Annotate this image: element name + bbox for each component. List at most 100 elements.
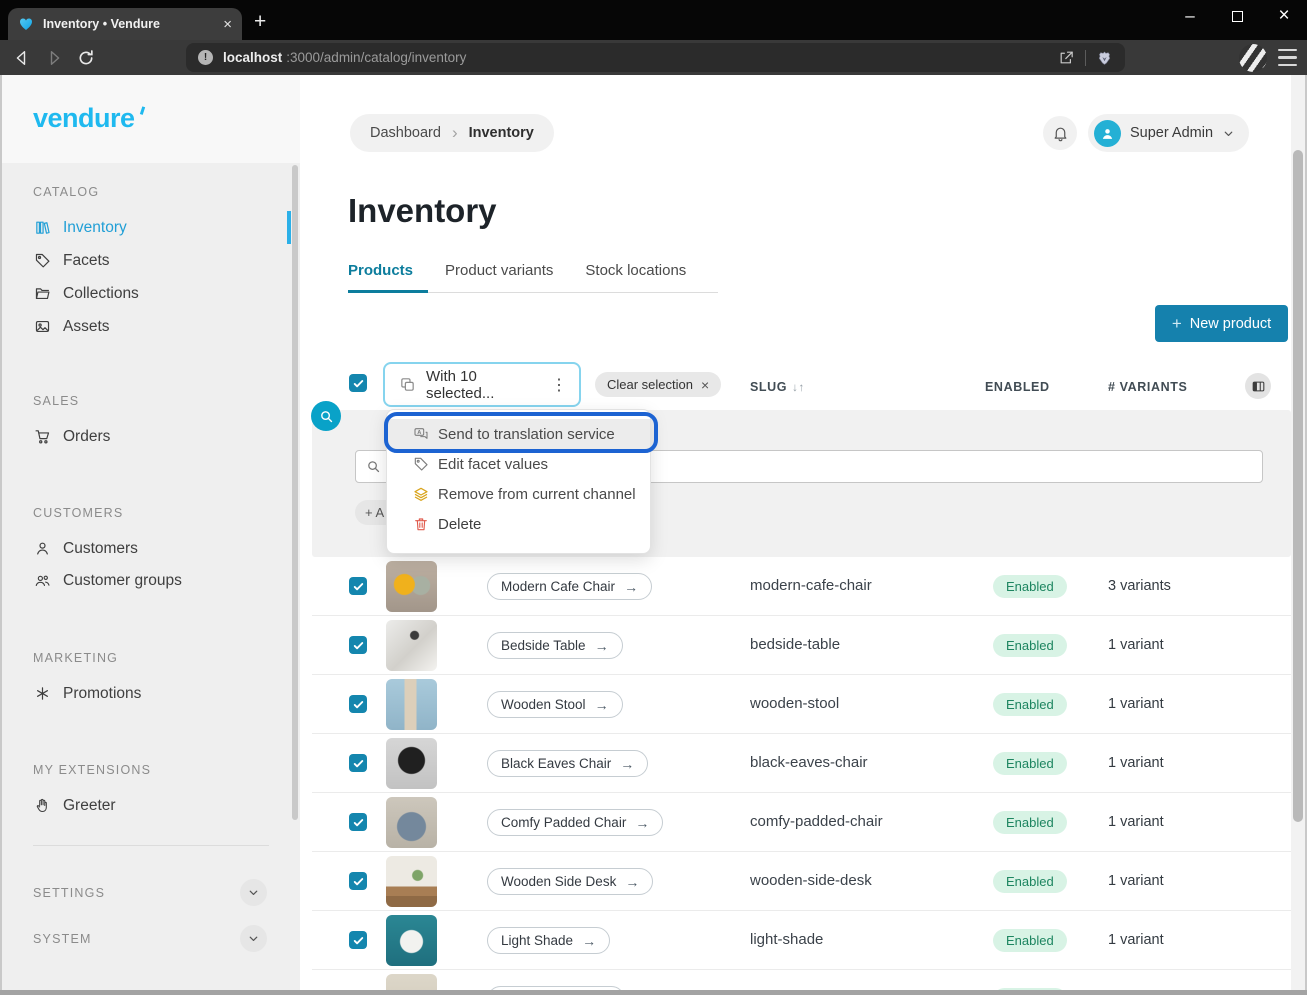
product-name-link[interactable]: Light Shade→ — [487, 927, 610, 954]
tab-products[interactable]: Products — [348, 262, 413, 291]
forward-icon[interactable] — [44, 48, 64, 68]
tab-product-variants[interactable]: Product variants — [445, 262, 553, 291]
row-checkbox[interactable] — [349, 931, 367, 949]
sidebar-item-greeter[interactable]: Greeter — [24, 789, 276, 822]
product-thumbnail — [386, 915, 437, 966]
sidebar-section-settings[interactable]: SETTINGS — [33, 886, 105, 900]
row-checkbox[interactable] — [349, 872, 367, 890]
menu-item-delete[interactable]: Delete — [387, 509, 650, 539]
product-thumbnail — [386, 974, 437, 990]
column-settings-button[interactable] — [1245, 373, 1271, 399]
bulk-actions-button[interactable]: With 10 selected... ⋮ — [383, 362, 581, 407]
hand-icon — [34, 797, 51, 814]
table-row[interactable]: Black Eaves Chair→ black-eaves-chair Ena… — [312, 734, 1291, 793]
table-row[interactable]: Enabled — [312, 970, 1291, 990]
product-name-link[interactable]: Modern Cafe Chair→ — [487, 573, 652, 600]
window-close-button[interactable]: × — [1261, 0, 1307, 32]
menu-item-remove-from-channel[interactable]: Remove from current channel — [387, 479, 650, 509]
row-checkbox[interactable] — [349, 577, 367, 595]
section-label-my-extensions: MY EXTENSIONS — [33, 763, 151, 777]
sidebar-item-customers[interactable]: Customers — [24, 532, 276, 565]
status-badge: Enabled — [993, 634, 1067, 657]
section-label-marketing: MARKETING — [33, 651, 118, 665]
product-name-link[interactable]: Black Eaves Chair→ — [487, 750, 648, 777]
breadcrumb-dashboard[interactable]: Dashboard — [370, 125, 441, 141]
promotions-icon — [34, 685, 51, 702]
product-name-link[interactable] — [487, 986, 625, 990]
notifications-button[interactable] — [1043, 116, 1077, 150]
row-checkbox[interactable] — [349, 813, 367, 831]
status-badge: Enabled — [993, 752, 1067, 775]
new-product-label: New product — [1190, 316, 1271, 332]
product-name-link[interactable]: Wooden Side Desk→ — [487, 868, 653, 895]
product-name-link[interactable]: Wooden Stool→ — [487, 691, 623, 718]
sidebar-item-facets[interactable]: Facets — [24, 244, 276, 277]
tab-close-icon[interactable]: × — [223, 17, 232, 32]
layers-icon — [413, 486, 429, 502]
chevron-down-icon — [247, 932, 260, 945]
table-row[interactable]: Wooden Stool→ wooden-stool Enabled 1 var… — [312, 675, 1291, 734]
clear-selection-button[interactable]: Clear selection × — [595, 372, 721, 397]
menu-item-edit-facet-values[interactable]: Edit facet values — [387, 449, 650, 479]
site-info-icon[interactable]: ! — [198, 50, 213, 65]
table-row[interactable]: Comfy Padded Chair→ comfy-padded-chair E… — [312, 793, 1291, 852]
clear-selection-label: Clear selection — [607, 377, 693, 392]
settings-expand-button[interactable] — [240, 879, 267, 906]
url-bar[interactable]: ! localhost :3000/admin/catalog/inventor… — [186, 43, 1125, 72]
vendure-logo[interactable]: vendure — [33, 103, 140, 134]
menu-item-send-to-translation[interactable]: A Send to translation service — [387, 419, 650, 449]
tab-stock-locations[interactable]: Stock locations — [585, 262, 686, 291]
select-all-checkbox[interactable] — [349, 374, 367, 392]
table-row[interactable]: Light Shade→ light-shade Enabled 1 varia… — [312, 911, 1291, 970]
window-maximize-button[interactable] — [1214, 0, 1260, 32]
breadcrumb-separator-icon: › — [452, 123, 458, 143]
sidebar-item-orders[interactable]: Orders — [24, 420, 276, 453]
share-icon[interactable] — [1058, 49, 1075, 66]
column-header-slug[interactable]: SLUG↓↑ — [750, 380, 805, 394]
reload-icon[interactable] — [76, 48, 96, 68]
sidebar-item-promotions[interactable]: Promotions — [24, 677, 276, 710]
product-slug: modern-cafe-chair — [750, 577, 872, 594]
brave-shields-icon[interactable] — [1096, 49, 1113, 67]
arrow-right-icon: → — [620, 756, 634, 772]
chevron-down-icon — [247, 886, 260, 899]
check-icon — [352, 377, 365, 390]
table-row[interactable]: Wooden Side Desk→ wooden-side-desk Enabl… — [312, 852, 1291, 911]
row-checkbox[interactable] — [349, 754, 367, 772]
browser-menu-icon[interactable] — [1278, 49, 1297, 66]
sidebar-item-customer-groups[interactable]: Customer groups — [24, 564, 276, 597]
row-checkbox[interactable] — [349, 636, 367, 654]
sidebar-item-assets[interactable]: Assets — [24, 310, 276, 343]
sidebar-item-label: Orders — [63, 428, 110, 446]
browser-tab[interactable]: Inventory • Vendure × — [8, 8, 242, 40]
row-checkbox[interactable] — [349, 695, 367, 713]
new-tab-button[interactable]: + — [254, 10, 266, 34]
active-nav-indicator — [287, 211, 291, 244]
columns-icon — [1251, 379, 1266, 394]
window-minimize-button[interactable]: – — [1167, 0, 1213, 32]
browser-profile-avatar[interactable] — [1239, 44, 1267, 72]
breadcrumb-inventory[interactable]: Inventory — [469, 125, 534, 141]
product-name-link[interactable]: Bedside Table→ — [487, 632, 623, 659]
arrow-right-icon: → — [595, 697, 609, 713]
section-label-customers: CUSTOMERS — [33, 506, 123, 520]
product-thumbnail — [386, 738, 437, 789]
column-header-enabled: ENABLED — [985, 380, 1050, 394]
product-name-link[interactable]: Comfy Padded Chair→ — [487, 809, 663, 836]
page-scrollbar-thumb[interactable] — [1293, 150, 1303, 822]
table-row[interactable]: Modern Cafe Chair→ modern-cafe-chair Ena… — [312, 557, 1291, 616]
arrow-right-icon: → — [582, 933, 596, 949]
new-product-button[interactable]: + New product — [1155, 305, 1288, 342]
sidebar-section-system[interactable]: SYSTEM — [33, 932, 92, 946]
sidebar-item-label: Customers — [63, 540, 138, 558]
user-menu[interactable]: Super Admin — [1088, 114, 1249, 152]
back-icon[interactable] — [12, 48, 32, 68]
folder-icon — [34, 285, 51, 302]
sidebar-item-inventory[interactable]: Inventory — [24, 211, 276, 244]
sidebar-scrollbar[interactable] — [292, 165, 298, 820]
search-toggle-button[interactable] — [311, 401, 341, 431]
table-row[interactable]: Bedside Table→ bedside-table Enabled 1 v… — [312, 616, 1291, 675]
tag-icon — [34, 252, 51, 269]
system-expand-button[interactable] — [240, 925, 267, 952]
sidebar-item-collections[interactable]: Collections — [24, 277, 276, 310]
